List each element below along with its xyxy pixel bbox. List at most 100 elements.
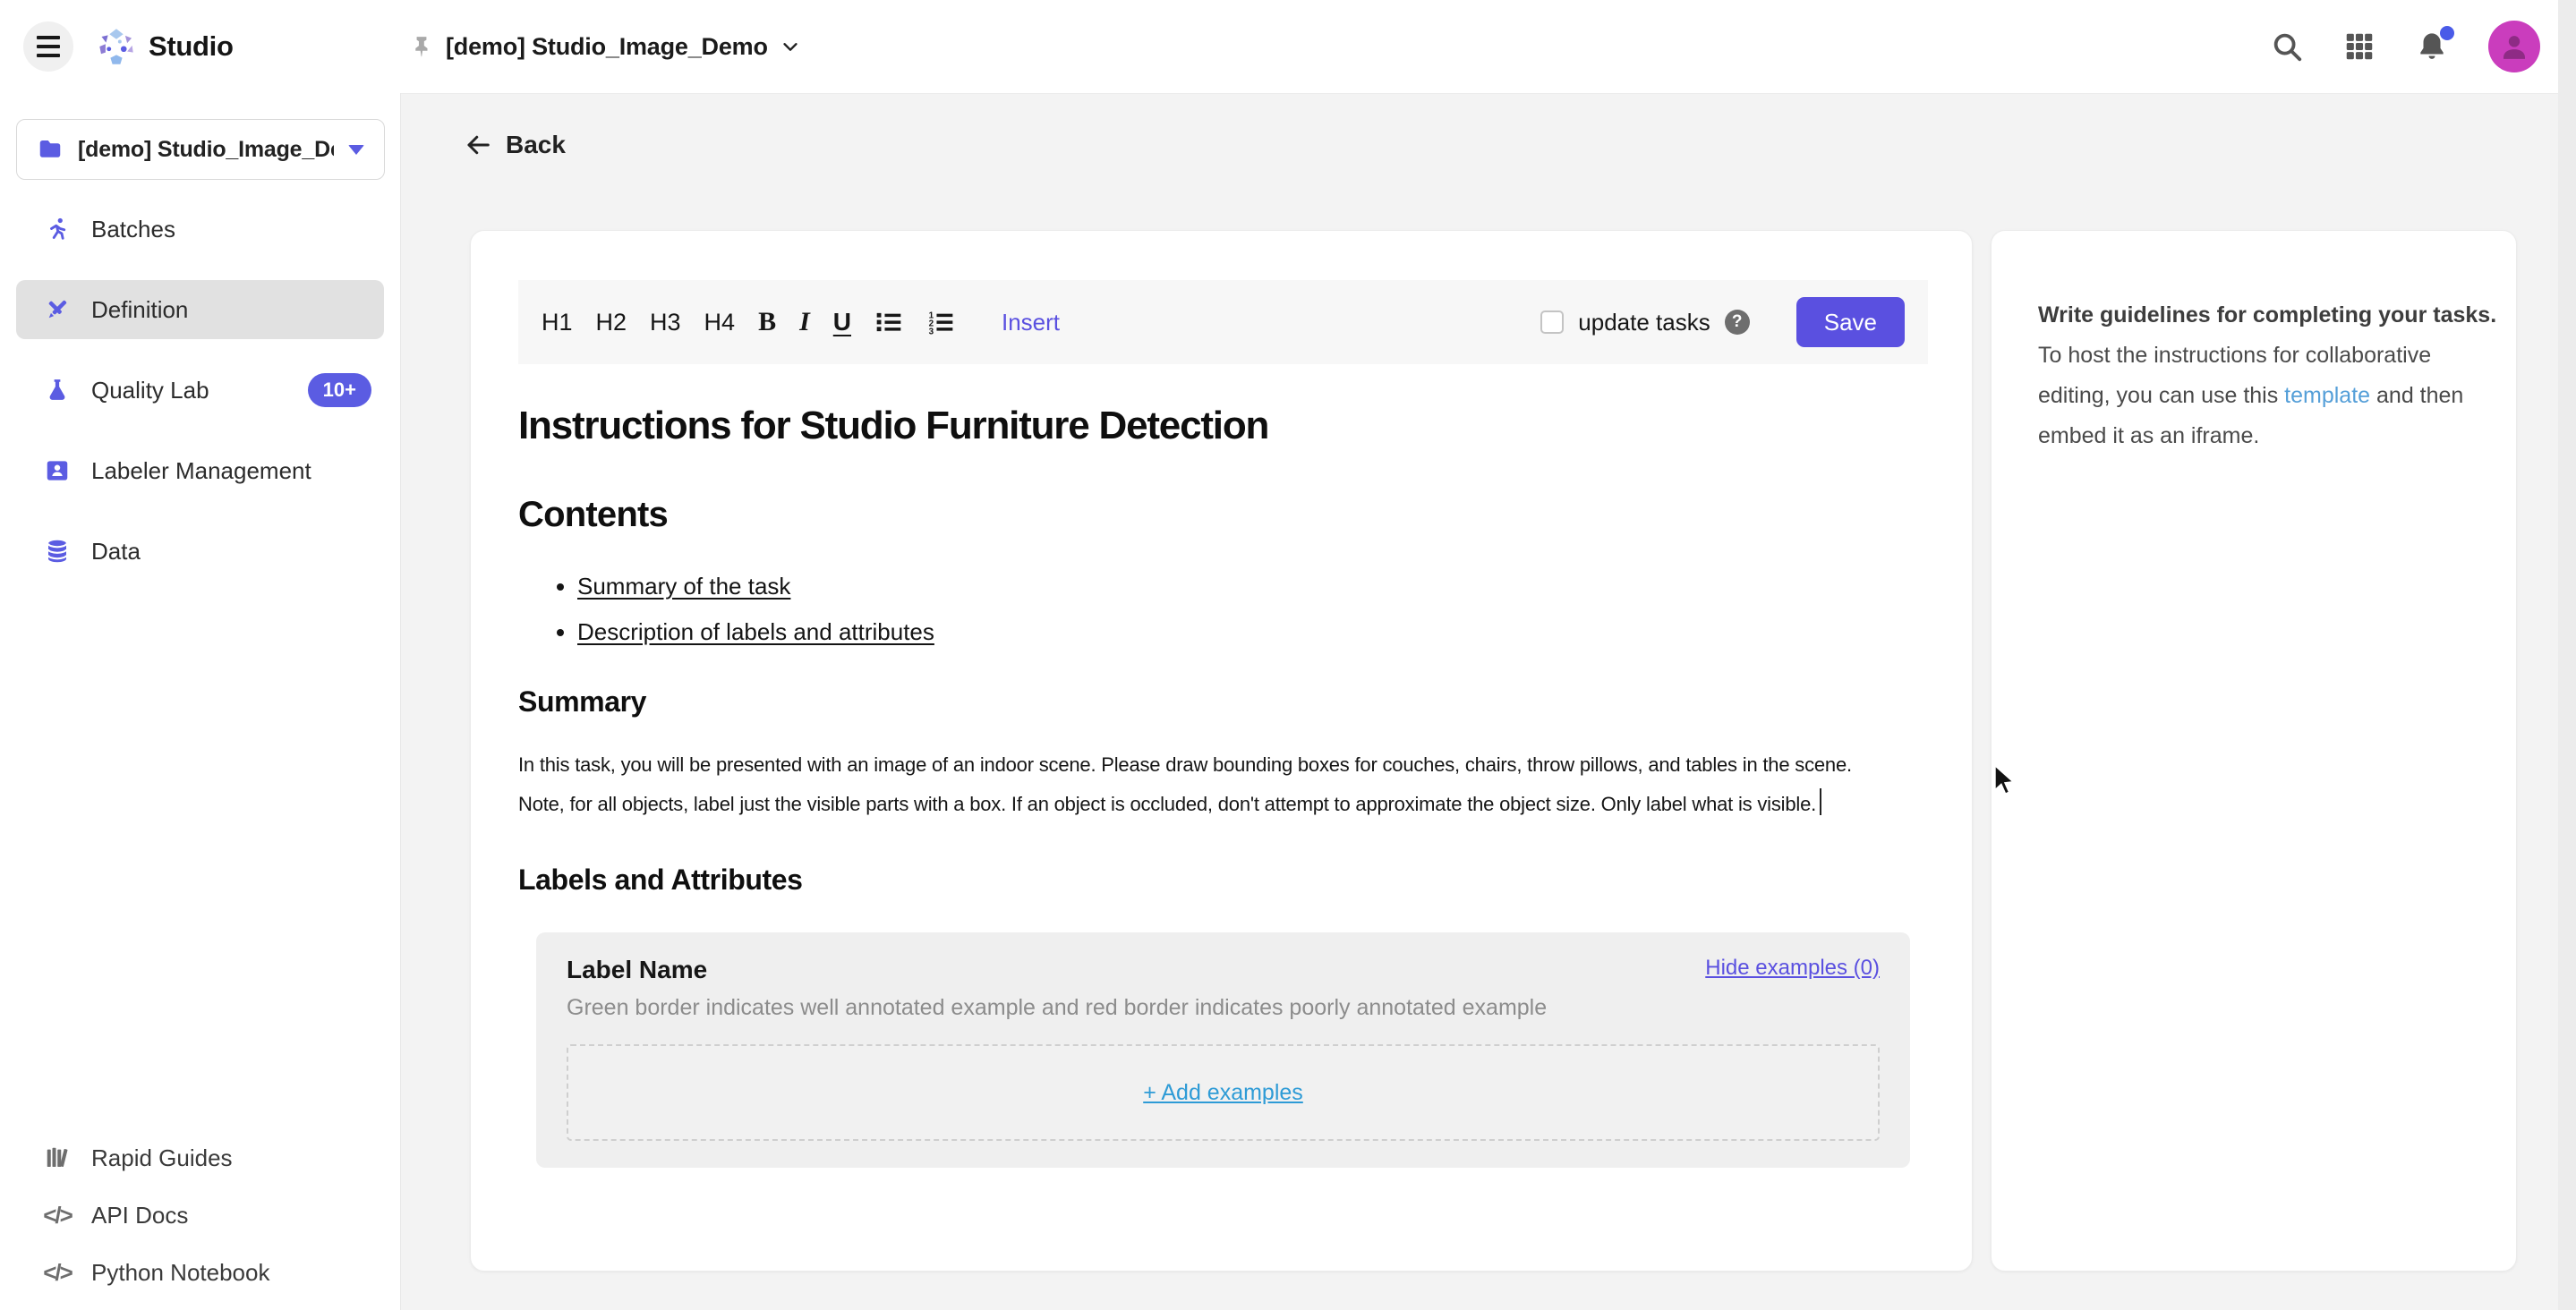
numbered-list-button[interactable]: 1 2 3 <box>926 308 955 336</box>
search-icon <box>2270 30 2304 64</box>
back-arrow-icon <box>465 132 491 158</box>
template-link[interactable]: template <box>2284 383 2370 408</box>
document-title: Instructions for Studio Furniture Detect… <box>518 404 1926 448</box>
pinned-project-title: [demo] Studio_Image_Demo <box>446 33 768 61</box>
hamburger-menu-icon <box>37 36 60 57</box>
project-selector-label: [demo] Studio_Image_Demo <box>78 137 334 163</box>
edit-tools-icon <box>43 295 72 324</box>
list-item: Description of labels and attributes <box>577 618 1926 646</box>
sidebar-nav: Batches Definition <box>0 200 400 581</box>
sidebar-item-labeler-management[interactable]: Labeler Management <box>16 441 384 500</box>
contents-list: Summary of the task Description of label… <box>518 573 1926 646</box>
label-card-title: Label Name <box>567 956 707 984</box>
sidebar-item-rapid-guides[interactable]: Rapid Guides <box>16 1136 384 1179</box>
heading1-button[interactable]: H1 <box>542 309 573 336</box>
heading4-button[interactable]: H4 <box>704 309 736 336</box>
app-name: Studio <box>149 30 234 63</box>
sidebar-item-label: Labeler Management <box>91 457 311 485</box>
guidelines-body: To host the instructions for collaborati… <box>2038 336 2473 456</box>
top-bar-actions <box>2270 0 2540 93</box>
sidebar-item-batches[interactable]: Batches <box>16 200 384 259</box>
studio-logo-icon[interactable] <box>97 27 136 66</box>
sidebar-item-api-docs[interactable]: </> API Docs <box>16 1194 384 1237</box>
code-icon: </> <box>43 1258 72 1287</box>
sidebar-item-label: Rapid Guides <box>91 1144 233 1172</box>
toc-link-labels[interactable]: Description of labels and attributes <box>577 618 934 645</box>
heading3-button[interactable]: H3 <box>650 309 681 336</box>
label-card-header: Label Name Hide examples (0) <box>567 956 1880 984</box>
books-icon <box>43 1144 72 1172</box>
sidebar: [demo] Studio_Image_Demo Batches <box>0 93 401 1310</box>
examples-dropzone[interactable]: + Add examples <box>567 1044 1880 1141</box>
flask-icon <box>43 376 72 404</box>
id-card-icon <box>43 456 72 485</box>
folder-icon <box>37 136 64 163</box>
sidebar-item-label: Batches <box>91 216 175 243</box>
italic-button[interactable]: I <box>799 307 810 337</box>
notification-dot <box>2440 26 2454 40</box>
svg-text:3: 3 <box>929 328 934 336</box>
sidebar-item-definition[interactable]: Definition <box>16 280 384 339</box>
guidelines-title: Write guidelines for completing your tas… <box>2038 295 2473 336</box>
summary-paragraph: In this task, you will be presented with… <box>518 745 1926 824</box>
project-selector[interactable]: [demo] Studio_Image_Demo <box>16 119 385 180</box>
sidebar-item-label: API Docs <box>91 1202 188 1229</box>
text-caret <box>1820 788 1821 815</box>
instructions-editor-card: H1 H2 H3 H4 B I U 1 2 3 <box>470 230 1973 1272</box>
hamburger-menu-button[interactable] <box>23 21 73 72</box>
guidelines-text: Write guidelines for completing your tas… <box>1992 231 2516 456</box>
chevron-down-icon <box>780 37 800 56</box>
back-label: Back <box>506 131 566 159</box>
summary-line-2: Note, for all objects, label just the vi… <box>518 785 1926 824</box>
database-icon <box>43 537 72 566</box>
sidebar-item-quality-lab[interactable]: Quality Lab 10+ <box>16 361 384 420</box>
list-item: Summary of the task <box>577 573 1926 600</box>
sidebar-item-label: Definition <box>91 296 188 324</box>
pinned-project-dropdown[interactable]: [demo] Studio_Image_Demo <box>410 0 800 93</box>
pin-icon <box>410 35 433 58</box>
toolbar-right: update tasks ? Save <box>1540 297 1905 347</box>
add-examples-link[interactable]: + Add examples <box>1143 1080 1303 1106</box>
apps-grid-icon <box>2343 30 2376 63</box>
insert-button[interactable]: Insert <box>1002 309 1060 336</box>
underline-button[interactable]: U <box>833 308 851 336</box>
search-button[interactable] <box>2270 30 2304 64</box>
labels-heading: Labels and Attributes <box>518 863 1926 897</box>
toc-link-summary[interactable]: Summary of the task <box>577 573 790 600</box>
hide-examples-link[interactable]: Hide examples (0) <box>1705 956 1880 981</box>
contents-heading: Contents <box>518 495 1926 535</box>
editor-toolbar: H1 H2 H3 H4 B I U 1 2 3 <box>518 280 1928 364</box>
avatar[interactable] <box>2488 21 2540 72</box>
bullet-list-icon <box>874 308 903 336</box>
guidelines-panel: Write guidelines for completing your tas… <box>1991 230 2517 1272</box>
notifications-button[interactable] <box>2415 30 2449 64</box>
summary-line-1: In this task, you will be presented with… <box>518 745 1926 785</box>
help-icon[interactable]: ? <box>1725 310 1750 335</box>
sidebar-item-data[interactable]: Data <box>16 522 384 581</box>
code-icon: </> <box>43 1201 72 1229</box>
instructions-document[interactable]: Instructions for Studio Furniture Detect… <box>518 364 1926 1168</box>
update-tasks-label: update tasks <box>1578 309 1710 336</box>
sidebar-item-label: Python Notebook <box>91 1259 269 1287</box>
sidebar-item-label: Quality Lab <box>91 377 209 404</box>
sidebar-item-label: Data <box>91 538 141 566</box>
label-card-description: Green border indicates well annotated ex… <box>567 995 1880 1021</box>
bullet-list-button[interactable] <box>874 308 903 336</box>
user-icon <box>2496 29 2532 64</box>
bold-button[interactable]: B <box>758 307 776 337</box>
apps-grid-button[interactable] <box>2343 30 2376 63</box>
quality-lab-badge: 10+ <box>308 373 371 407</box>
sidebar-item-python-notebook[interactable]: </> Python Notebook <box>16 1251 384 1294</box>
top-bar-left: Studio <box>0 21 234 72</box>
running-icon <box>43 215 72 243</box>
summary-line-2-text: Note, for all objects, label just the vi… <box>518 793 1816 815</box>
caret-down-icon <box>348 145 364 155</box>
heading2-button[interactable]: H2 <box>596 309 627 336</box>
save-button[interactable]: Save <box>1796 297 1905 347</box>
page-scrollbar[interactable] <box>2558 0 2576 1310</box>
numbered-list-icon: 1 2 3 <box>926 308 955 336</box>
label-card: Label Name Hide examples (0) Green borde… <box>536 932 1910 1168</box>
back-button[interactable]: Back <box>465 131 566 159</box>
top-bar: Studio [demo] Studio_Image_Demo <box>0 0 2576 94</box>
update-tasks-checkbox[interactable] <box>1540 310 1564 334</box>
